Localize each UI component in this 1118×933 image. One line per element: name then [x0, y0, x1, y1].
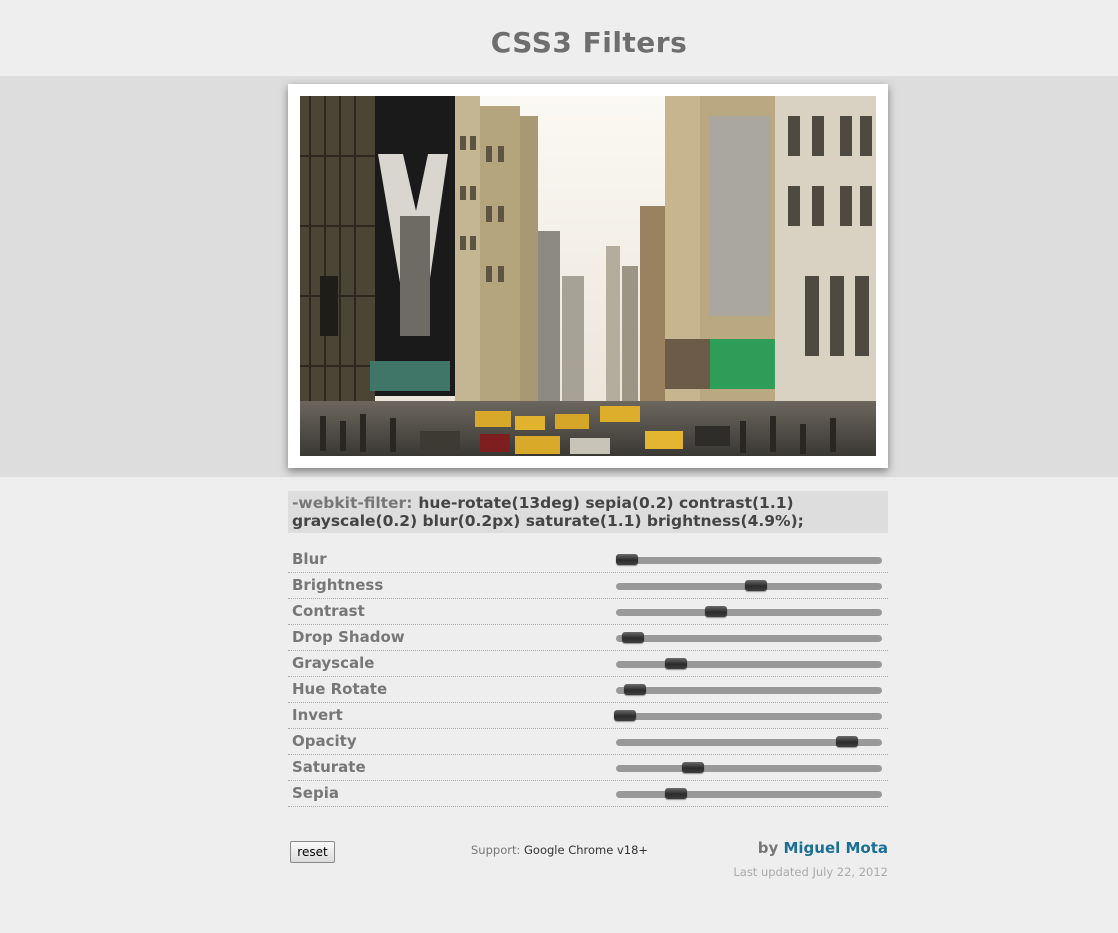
slider-row-hue-rotate: Hue Rotate [288, 677, 888, 703]
slider-handle[interactable] [682, 762, 705, 773]
page-title: CSS3 Filters [490, 26, 688, 59]
slider-handle[interactable] [704, 606, 727, 617]
sepia-slider[interactable] [616, 788, 882, 799]
slider-handle[interactable] [664, 658, 687, 669]
slider-row-grayscale: Grayscale [288, 651, 888, 677]
slider-label: Sepia [292, 784, 339, 802]
slider-row-opacity: Opacity [288, 729, 888, 755]
header: CSS3 Filters [0, 0, 1118, 76]
support-browser: Google Chrome v18+ [524, 843, 649, 857]
blur-slider[interactable] [615, 554, 882, 565]
slider-handle[interactable] [744, 580, 767, 591]
slider-row-brightness: Brightness [288, 573, 888, 599]
city-street-photo [300, 96, 876, 456]
author-link[interactable]: Miguel Mota [783, 839, 888, 857]
contrast-slider[interactable] [616, 606, 882, 617]
support-note: Support: Google Chrome v18+ [471, 843, 648, 857]
slider-handle[interactable] [614, 710, 637, 721]
byline-prefix: by [757, 839, 779, 857]
slider-label: Saturate [292, 758, 366, 776]
slider-row-blur: Blur [288, 547, 888, 573]
slider-label: Invert [292, 706, 343, 724]
support-label: Support: [471, 843, 521, 857]
drop-shadow-slider[interactable] [616, 632, 882, 643]
slider-label: Blur [292, 550, 327, 568]
slider-label: Grayscale [292, 654, 375, 672]
slider-label: Hue Rotate [292, 680, 388, 698]
byline: by Miguel Mota [758, 839, 888, 857]
slider-row-saturate: Saturate [288, 755, 888, 781]
grayscale-slider[interactable] [616, 658, 882, 669]
slider-row-sepia: Sepia [288, 781, 888, 807]
brightness-slider[interactable] [616, 580, 882, 591]
opacity-slider[interactable] [616, 736, 882, 747]
filter-code-output: -webkit-filter: hue-rotate(13deg) sepia(0… [288, 491, 888, 533]
filter-controls: Blur Brightness Contrast Drop Shadow Gra… [288, 547, 888, 807]
last-updated: Last updated July 22, 2012 [733, 865, 888, 879]
slider-label: Opacity [292, 732, 357, 750]
slider-label: Drop Shadow [292, 628, 405, 646]
hue-rotate-slider[interactable] [616, 684, 882, 695]
slider-row-invert: Invert [288, 703, 888, 729]
slider-handle[interactable] [615, 554, 638, 565]
filter-property-label: -webkit-filter: [292, 494, 413, 512]
photo-frame [288, 84, 888, 468]
slider-handle[interactable] [836, 736, 859, 747]
invert-slider[interactable] [614, 710, 882, 721]
saturate-slider[interactable] [616, 762, 882, 773]
slider-label: Contrast [292, 602, 365, 620]
slider-handle[interactable] [664, 788, 687, 799]
slider-row-contrast: Contrast [288, 599, 888, 625]
slider-handle[interactable] [623, 684, 646, 695]
reset-button[interactable]: reset [290, 841, 335, 863]
slider-row-drop-shadow: Drop Shadow [288, 625, 888, 651]
slider-label: Brightness [292, 576, 384, 594]
slider-handle[interactable] [622, 632, 645, 643]
